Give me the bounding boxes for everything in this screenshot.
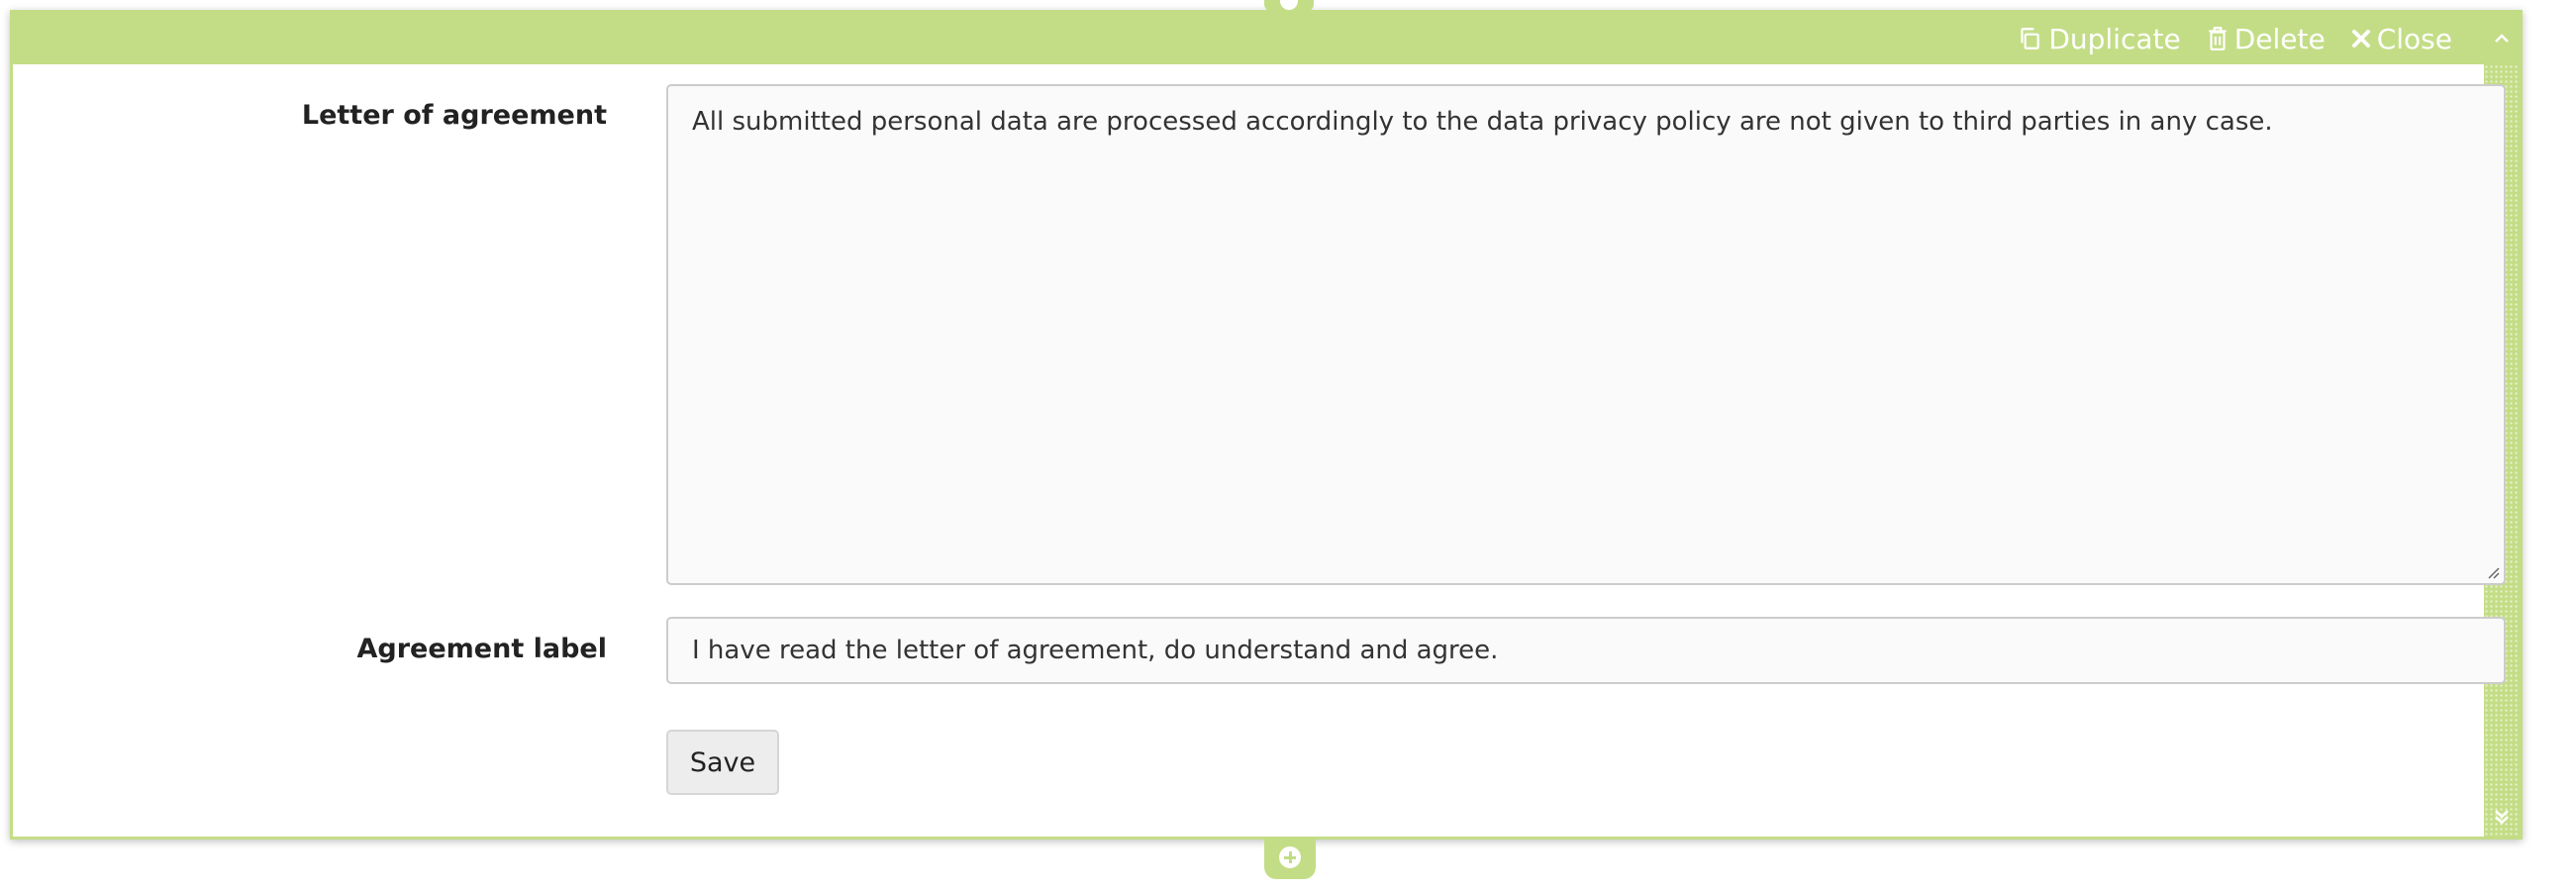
info-icon	[1280, 0, 1298, 10]
top-handle[interactable]	[1264, 0, 1314, 12]
close-button[interactable]: Close	[2351, 23, 2452, 55]
agreement-label-label: Agreement label	[356, 634, 607, 664]
close-label: Close	[2376, 22, 2452, 55]
duplicate-button[interactable]: Duplicate	[2017, 22, 2181, 55]
save-button[interactable]: Save	[666, 730, 779, 795]
delete-button[interactable]: Delete	[2207, 23, 2326, 55]
plus-circle-icon	[1279, 846, 1301, 868]
double-chevron-down-icon[interactable]	[2492, 807, 2512, 827]
panel-toolbar: Duplicate Delete Close	[13, 13, 2520, 64]
letter-of-agreement-label: Letter of agreement	[301, 100, 607, 131]
resize-handle-icon[interactable]	[2486, 565, 2500, 579]
agreement-label-input[interactable]: I have read the letter of agreement, do …	[666, 617, 2506, 684]
delete-label: Delete	[2233, 22, 2326, 55]
element-editor-panel: Duplicate Delete Close Letter of agreeme…	[10, 10, 2523, 840]
agreement-label-text: I have read the letter of agreement, do …	[692, 636, 1499, 665]
trash-icon	[2209, 27, 2227, 50]
add-element-handle[interactable]	[1264, 838, 1316, 879]
letter-of-agreement-textarea[interactable]: All submitted personal data are processe…	[666, 84, 2506, 585]
close-icon	[2351, 30, 2370, 48]
duplicate-label: Duplicate	[2048, 22, 2181, 55]
copy-icon	[2021, 28, 2040, 50]
chevron-up-icon[interactable]	[2492, 29, 2512, 49]
letter-of-agreement-text: All submitted personal data are processe…	[692, 107, 2273, 137]
